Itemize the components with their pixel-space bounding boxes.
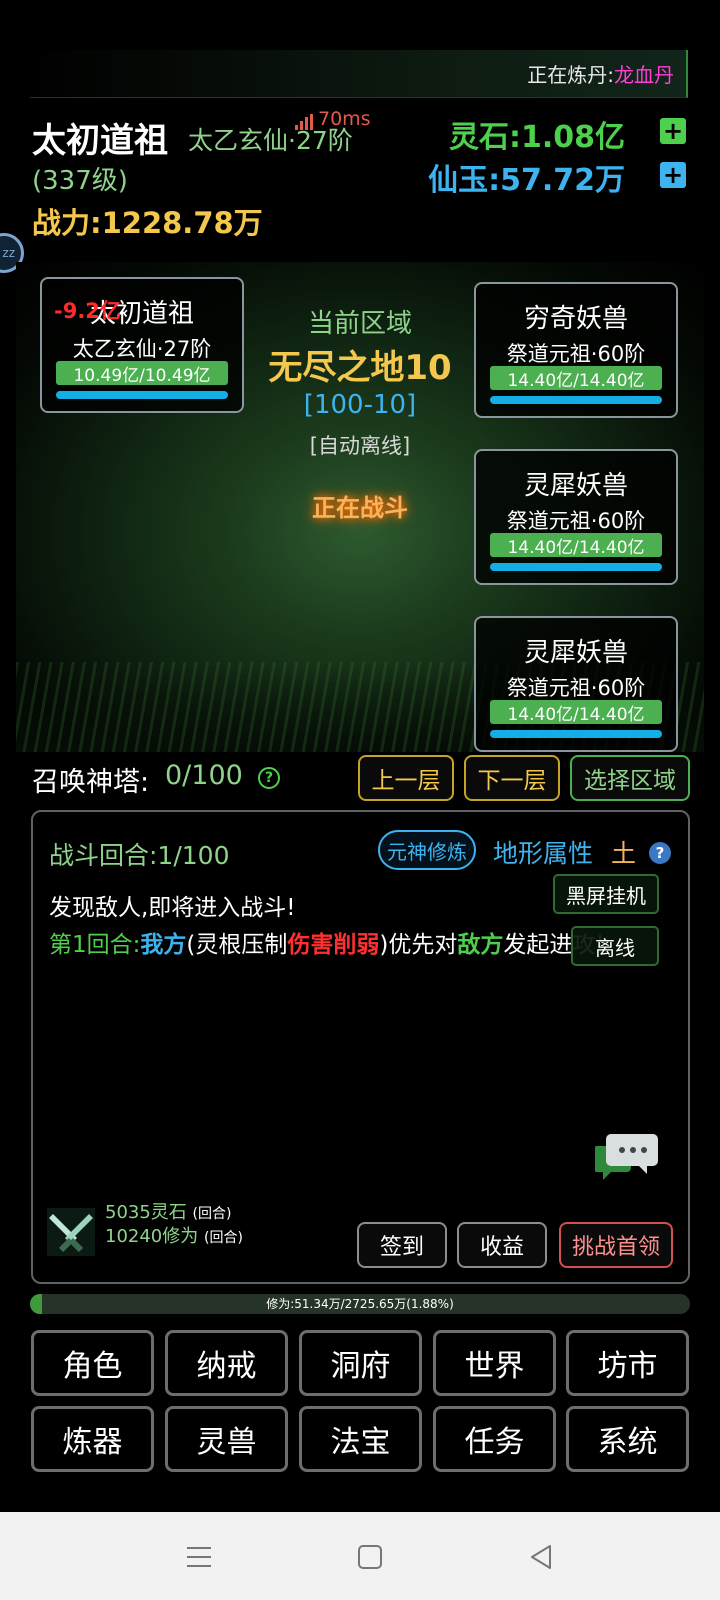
log-text: )优先对	[379, 932, 458, 958]
current-area-name: 无尽之地10	[268, 348, 452, 388]
per-round-label: (回合)	[204, 1230, 243, 1246]
player-unit-card[interactable]: 太初道祖 -9.2亿 太乙玄仙·27阶 10.49亿/10.49亿	[40, 277, 244, 413]
terrain-help-icon[interactable]: ?	[649, 842, 671, 864]
round-prefix: 第1回合:	[49, 932, 141, 958]
nav-world[interactable]: 世界	[433, 1330, 556, 1396]
nav-market[interactable]: 坊市	[566, 1330, 689, 1396]
home-icon[interactable]	[355, 1542, 385, 1572]
battle-log-panel: 战斗回合:1/100 元神修炼 地形属性 土 ? 发现敌人,即将进入战斗! 第1…	[31, 810, 690, 1284]
terrain-attribute-value: 土	[611, 839, 637, 868]
our-side-text: 我方	[140, 932, 187, 958]
enemy-unit-card[interactable]: 灵犀妖兽 祭道元祖·60阶 14.40亿/14.40亿	[474, 449, 678, 585]
damage-weaken-text: 伤害削弱	[287, 932, 380, 958]
area-range: [100-10]	[303, 390, 417, 420]
cultivation-reward-value: 10240修为	[105, 1226, 199, 1247]
per-round-label: (回合)	[192, 1206, 232, 1222]
income-button[interactable]: 收益	[457, 1222, 547, 1268]
next-floor-button[interactable]: 下一层	[464, 755, 560, 801]
unit-name: 穷奇妖兽	[523, 304, 628, 334]
challenge-boss-button[interactable]: 挑战首领	[559, 1222, 673, 1268]
spirit-stone-count: 灵石:1.08亿	[448, 120, 625, 155]
hp-bar: 10.49亿/10.49亿	[56, 361, 228, 386]
add-spirit-stone-button[interactable]: +	[660, 118, 686, 144]
system-navigation-bar	[0, 1512, 720, 1600]
energy-bar	[490, 563, 662, 571]
black-screen-idle-button[interactable]: 黑屏挂机	[553, 874, 659, 914]
damage-number: -9.2亿	[54, 299, 121, 323]
enemy-unit-card[interactable]: 灵犀妖兽 祭道元祖·60阶 14.40亿/14.40亿	[474, 616, 678, 752]
stone-reward-value: 5035灵石	[105, 1202, 187, 1223]
offline-button[interactable]: 离线	[571, 926, 659, 966]
energy-bar	[56, 391, 228, 399]
cultivation-progress-text: 修为:51.34万/2725.65万(1.88%)	[266, 1297, 454, 1311]
prev-floor-button[interactable]: 上一层	[358, 755, 454, 801]
network-ping: 70ms	[295, 108, 371, 130]
ping-value: 70ms	[318, 108, 371, 130]
nav-magic-treasure[interactable]: 法宝	[299, 1406, 422, 1472]
unit-realm: 祭道元祖·60阶	[506, 509, 646, 533]
signal-icon	[295, 114, 313, 130]
crossed-swords-icon	[47, 1208, 95, 1256]
stone-reward: 5035灵石 (回合)	[105, 1198, 231, 1224]
checkin-button[interactable]: 签到	[357, 1222, 447, 1268]
immortal-jade-count: 仙玉:57.72万	[428, 163, 625, 198]
current-area-label: 当前区域	[307, 309, 412, 339]
terrain-attribute-label: 地形属性	[493, 839, 594, 868]
auto-offline-mode: [自动离线]	[309, 434, 411, 458]
back-icon[interactable]	[526, 1542, 556, 1572]
battle-round: 战斗回合:1/100	[49, 841, 230, 870]
menu-icon[interactable]	[184, 1542, 214, 1572]
unit-realm: 祭道元祖·60阶	[506, 342, 646, 366]
nav-storage-ring[interactable]: 纳戒	[165, 1330, 288, 1396]
player-name: 太初道祖	[32, 121, 168, 161]
alchemy-status-bar[interactable]: 正在炼丹: 龙血丹	[30, 50, 688, 98]
unit-name: 灵犀妖兽	[523, 471, 628, 501]
nav-cave-dwelling[interactable]: 洞府	[299, 1330, 422, 1396]
log-message: 第1回合:我方(灵根压制伤害削弱)优先对敌方发起进攻!	[49, 927, 659, 964]
unit-realm: 祭道元祖·60阶	[506, 676, 646, 700]
nav-character[interactable]: 角色	[31, 1330, 154, 1396]
nav-quests[interactable]: 任务	[433, 1406, 556, 1472]
nav-spirit-beast[interactable]: 灵兽	[165, 1406, 288, 1472]
unit-name: 灵犀妖兽	[523, 638, 628, 668]
help-icon[interactable]: ?	[258, 767, 280, 789]
enemy-unit-card[interactable]: 穷奇妖兽 祭道元祖·60阶 14.40亿/14.40亿	[474, 282, 678, 418]
hp-bar: 14.40亿/14.40亿	[490, 366, 662, 391]
soul-cultivation-button[interactable]: 元神修炼	[378, 830, 476, 870]
combat-power: 战力:1228.78万	[32, 206, 263, 240]
nav-forging[interactable]: 炼器	[31, 1406, 154, 1472]
energy-bar	[490, 396, 662, 404]
select-area-button[interactable]: 选择区域	[570, 755, 690, 801]
alchemy-label: 正在炼丹:	[527, 63, 614, 87]
add-immortal-jade-button[interactable]: +	[660, 162, 686, 188]
cultivation-reward: 10240修为 (回合)	[105, 1222, 243, 1248]
summon-tower-value: 0/100	[165, 760, 243, 791]
log-message: 发现敌人,即将进入战斗!	[49, 895, 296, 921]
player-level: (337级)	[32, 166, 128, 196]
hp-bar: 14.40亿/14.40亿	[490, 533, 662, 558]
cultivation-progress-bar: 修为:51.34万/2725.65万(1.88%)	[30, 1294, 690, 1314]
chat-icon[interactable]	[595, 1132, 659, 1182]
alchemy-pill-name: 龙血丹	[614, 63, 674, 87]
unit-realm: 太乙玄仙·27阶	[72, 337, 212, 361]
energy-bar	[490, 730, 662, 738]
summon-tower-label: 召唤神塔:	[32, 767, 150, 798]
nav-system[interactable]: 系统	[566, 1406, 689, 1472]
enemy-side-text: 敌方	[457, 932, 504, 958]
hp-bar: 14.40亿/14.40亿	[490, 700, 662, 725]
log-text: (灵根压制	[186, 932, 288, 958]
battle-status: 正在战斗	[312, 494, 408, 522]
